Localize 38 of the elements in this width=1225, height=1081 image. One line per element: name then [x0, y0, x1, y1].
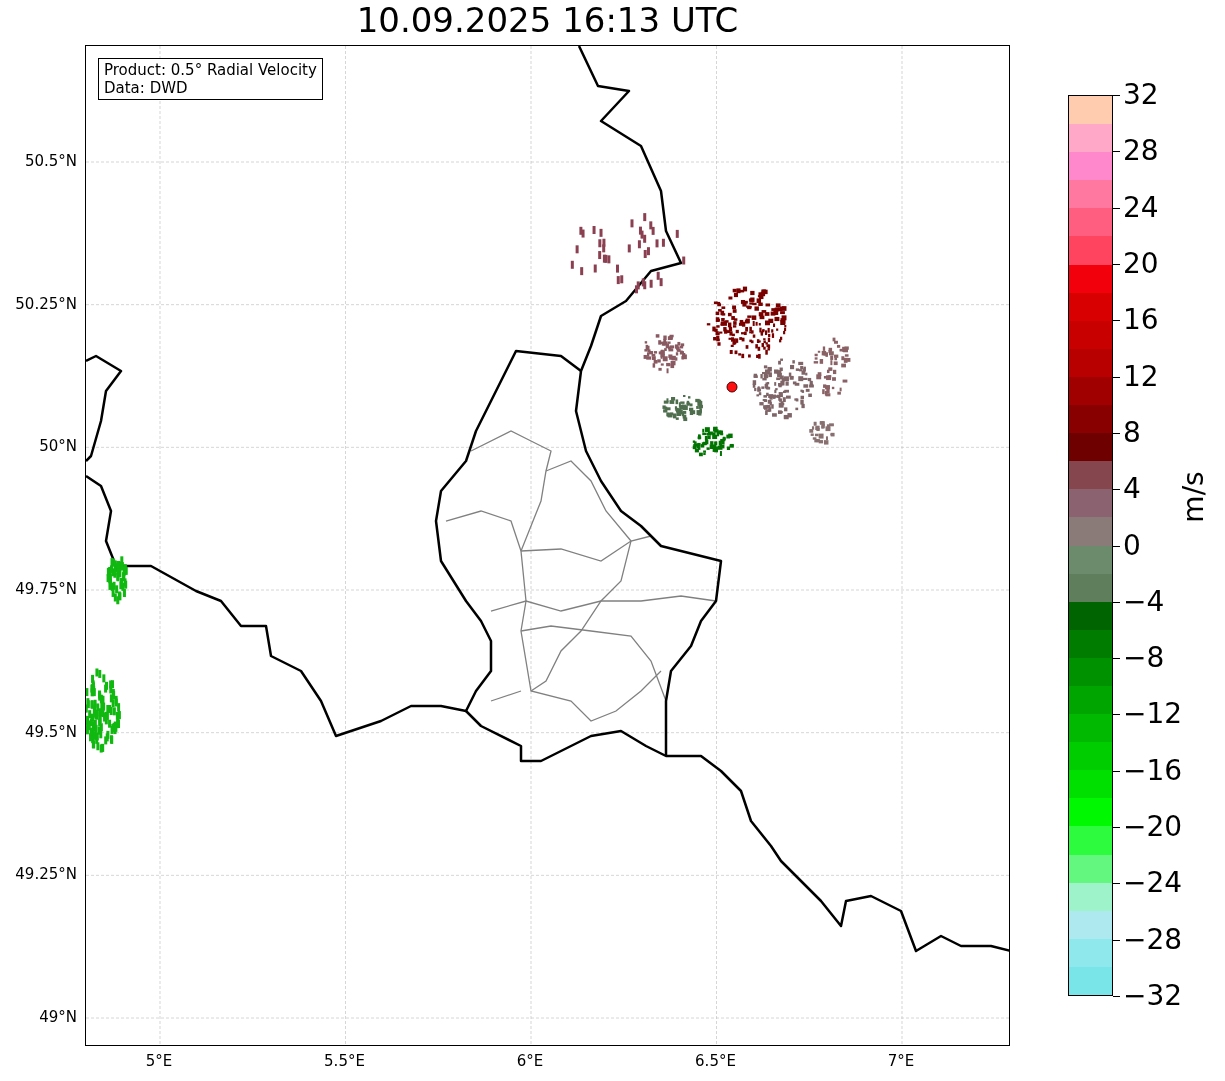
latitude-label: 50°N — [39, 437, 77, 456]
scale-tick-label: 12 — [1123, 360, 1159, 393]
scale-tick-label: 16 — [1123, 304, 1159, 337]
scale-tick-label: −24 — [1123, 867, 1183, 900]
scale-tick-label: −12 — [1123, 698, 1183, 731]
longitude-label: 6.5°E — [695, 1052, 736, 1070]
scale-tick-label: 8 — [1123, 416, 1141, 449]
latitude-label: 49.25°N — [15, 865, 77, 884]
latitude-label: 49.5°N — [24, 722, 77, 741]
scale-tick-label: 28 — [1123, 135, 1159, 168]
scale-tick-label: 20 — [1123, 247, 1159, 280]
scale-tick-label: −20 — [1123, 811, 1183, 844]
radar-echo-drawing — [643, 334, 687, 374]
unit-label: m/s — [1176, 471, 1210, 523]
scale-tick-label: 32 — [1123, 79, 1159, 111]
scale-tick-label: 4 — [1123, 473, 1141, 506]
scale-tick-label: 0 — [1123, 529, 1141, 562]
longitude-label: 7°E — [887, 1052, 915, 1070]
radar-echo-drawing — [662, 395, 703, 422]
latitude-label: 49.75°N — [15, 580, 77, 598]
scale-tick-label: −16 — [1123, 754, 1183, 787]
radar-station-marker — [726, 381, 738, 393]
longitude-label: 5.5°E — [324, 1052, 365, 1070]
scale-tick-label: −4 — [1123, 585, 1165, 618]
scale-tick-label: −32 — [1123, 980, 1183, 1012]
radar-echo-drawing — [692, 426, 734, 457]
scale-tick-label: −28 — [1123, 923, 1183, 956]
latitude-label: 50.5°N — [24, 152, 77, 170]
radar-echo-drawing — [106, 556, 128, 605]
scale-tick-label: 24 — [1123, 191, 1159, 224]
legend-text: Data: DWD — [104, 79, 189, 97]
longitude-label: 6°E — [516, 1052, 544, 1070]
latitude-label: 50.25°N — [15, 294, 77, 313]
legend-text: Product: 0.5° Radial Velocity — [104, 61, 317, 79]
scale-tick-label: −8 — [1123, 642, 1165, 675]
chart-title: 10.09.2025 16:13 UTC — [355, 0, 740, 42]
longitude-label: 5°E — [145, 1052, 173, 1070]
latitude-label: 49°N — [39, 1008, 77, 1026]
